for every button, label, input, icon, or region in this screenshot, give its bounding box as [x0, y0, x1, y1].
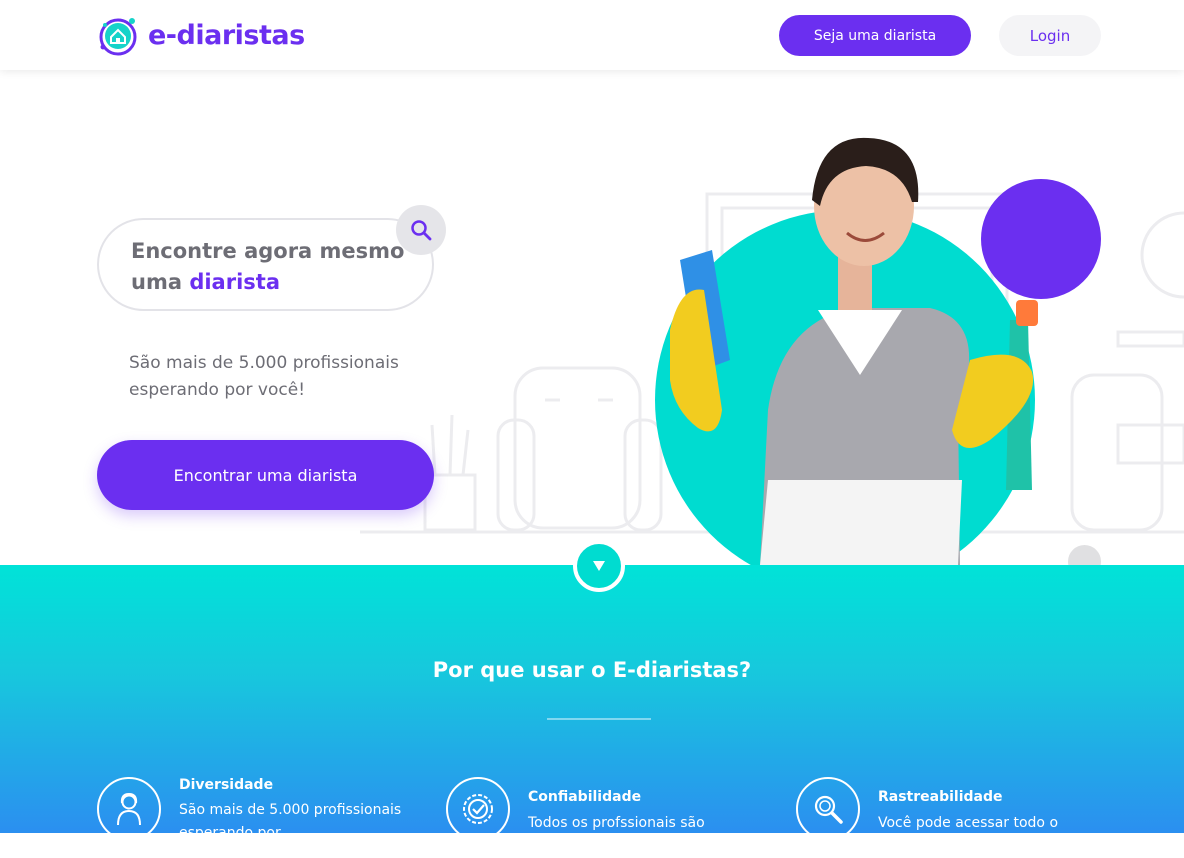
chevron-down-icon [593, 561, 605, 571]
brand-logo[interactable]: e-diaristas [96, 13, 305, 57]
magnifier-icon [796, 777, 860, 841]
feature-description: Todos os profssionais são verificados [528, 815, 705, 854]
search-prompt-line-2: uma diarista [131, 267, 432, 298]
top-navbar: e-diaristas Seja uma diarista Login [0, 0, 1184, 70]
feature-description: São mais de 5.000 profissionais esperand… [179, 802, 402, 841]
brand-name: e-diaristas [148, 19, 305, 51]
search-prompt-accent: diarista [189, 270, 280, 294]
feature-title: Diversidade [179, 777, 274, 793]
features-section: Por que usar o E-diaristas? Diversidade … [0, 565, 1184, 854]
verified-badge-icon [446, 777, 510, 841]
house-logo-icon [96, 13, 140, 57]
search-prompt-line-1: Encontre agora mesmo [131, 239, 405, 263]
hero-subtitle: São mais de 5.000 profissionais esperand… [129, 353, 399, 400]
housekeeper-illustration [655, 137, 1101, 565]
scroll-down-button[interactable] [573, 540, 625, 592]
feature-title: Rastreabilidade [878, 789, 1003, 805]
feature-description: Você pode acessar todo o histórico do pr… [878, 815, 1059, 854]
become-diarista-button[interactable]: Seja uma diarista [779, 15, 971, 56]
person-icon [97, 777, 161, 841]
features-divider [547, 718, 651, 720]
features-title: Por que usar o E-diaristas? [432, 658, 752, 682]
login-button[interactable]: Login [999, 15, 1101, 56]
search-prompt-prefix: uma [131, 270, 190, 294]
search-prompt-card[interactable]: Encontre agora mesmo uma diarista [97, 218, 434, 311]
find-diarista-button[interactable]: Encontrar uma diarista [97, 440, 434, 510]
feature-title: Confiabilidade [528, 789, 642, 805]
hero-section: Encontre agora mesmo uma diarista São ma… [0, 70, 1184, 565]
search-icon[interactable] [396, 205, 446, 255]
